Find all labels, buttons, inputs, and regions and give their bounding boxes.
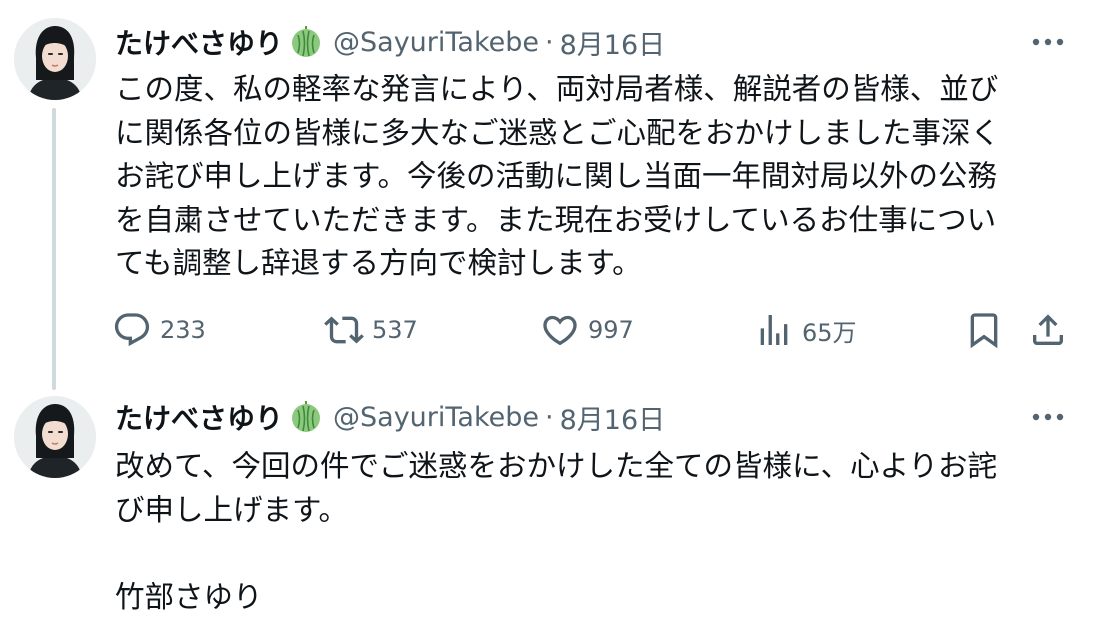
melon-icon [289,25,323,59]
author-handle[interactable]: @SayuriTakebe [333,402,539,433]
reply-count: 233 [160,316,206,344]
share-icon [1033,314,1063,345]
more-icon [1032,413,1064,421]
author-handle[interactable]: @SayuriTakebe [333,27,539,58]
bookmark-icon [970,313,998,349]
tweet-2[interactable]: たけべさゆり @SayuriTakebe · 8月16日 改めて、今回の件でご迷… [0,380,1097,637]
repost-icon [324,316,364,344]
more-options-button[interactable] [1028,26,1068,58]
avatar[interactable] [14,18,96,100]
like-count: 997 [588,316,634,344]
bookmark-button[interactable] [964,308,1004,352]
tweet-date[interactable]: 8月16日 [560,398,666,437]
repost-button[interactable]: 537 [324,308,418,352]
melon-icon [289,400,323,434]
reply-button[interactable]: 233 [112,308,206,352]
heart-icon [543,315,577,346]
tweet-text: この度、私の軽率な発言により、両対局者様、解説者の皆様、並び に関係各位の皆様に… [115,72,1001,280]
tweet-date[interactable]: 8月16日 [560,23,666,62]
share-button[interactable] [1028,308,1068,352]
reply-icon [114,313,150,347]
tweet-actions: 233 537 997 65万 [112,308,1077,352]
author-name[interactable]: たけべさゆり [115,397,283,437]
views-icon [760,315,788,345]
separator-dot: · [545,26,554,58]
author-name[interactable]: たけべさゆり [115,22,283,62]
tweet-text: 改めて、今回の件でご迷惑をおかけした全ての皆様に、心よりお詫 び申し上げます。 … [115,449,998,614]
tweet-1[interactable]: たけべさゆり @SayuriTakebe · 8月16日 この度、私の軽率な発言… [0,0,1097,380]
like-button[interactable]: 997 [540,308,634,352]
avatar[interactable] [14,396,96,478]
separator-dot: · [545,401,554,433]
tweet-header: たけべさゆり @SayuriTakebe · 8月16日 [115,397,665,437]
more-icon [1032,38,1064,46]
more-options-button[interactable] [1028,401,1068,433]
views-button[interactable]: 65万 [754,308,857,352]
tweet-header: たけべさゆり @SayuriTakebe · 8月16日 [115,22,665,62]
repost-count: 537 [372,316,418,344]
views-count: 65万 [802,318,857,347]
